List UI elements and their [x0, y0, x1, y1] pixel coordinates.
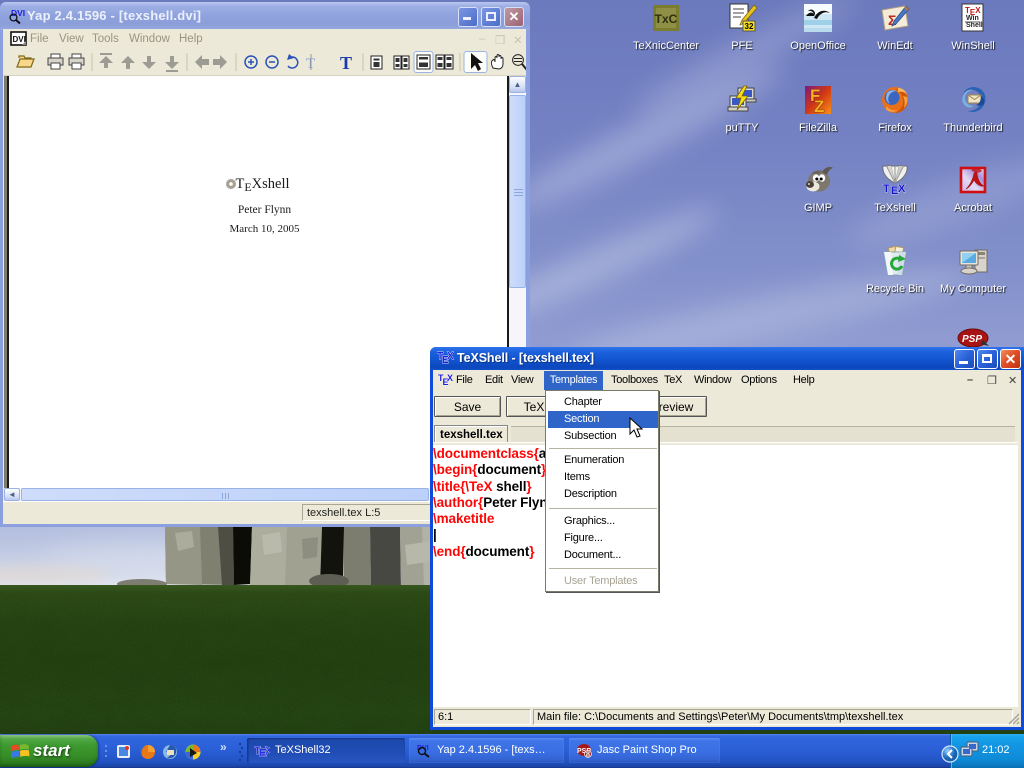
svg-text:TxC: TxC	[655, 12, 678, 26]
svg-text:»: »	[220, 741, 227, 753]
svg-text:Z: Z	[814, 97, 824, 116]
svg-text:PSP: PSP	[962, 334, 982, 345]
svg-text:T: T	[883, 183, 890, 195]
svg-text:32: 32	[745, 22, 754, 31]
svg-text:X: X	[447, 351, 454, 362]
svg-text:TEX: TEX	[254, 745, 270, 758]
svg-text:Win: Win	[966, 15, 979, 22]
svg-text:DVI: DVI	[13, 35, 26, 44]
svg-text:Shell: Shell	[966, 22, 983, 29]
svg-text:X: X	[447, 373, 453, 383]
svg-text:8: 8	[586, 750, 590, 758]
svg-text:X: X	[898, 183, 906, 195]
svg-text:T: T	[340, 53, 352, 73]
svg-text:DVI: DVI	[11, 8, 25, 18]
